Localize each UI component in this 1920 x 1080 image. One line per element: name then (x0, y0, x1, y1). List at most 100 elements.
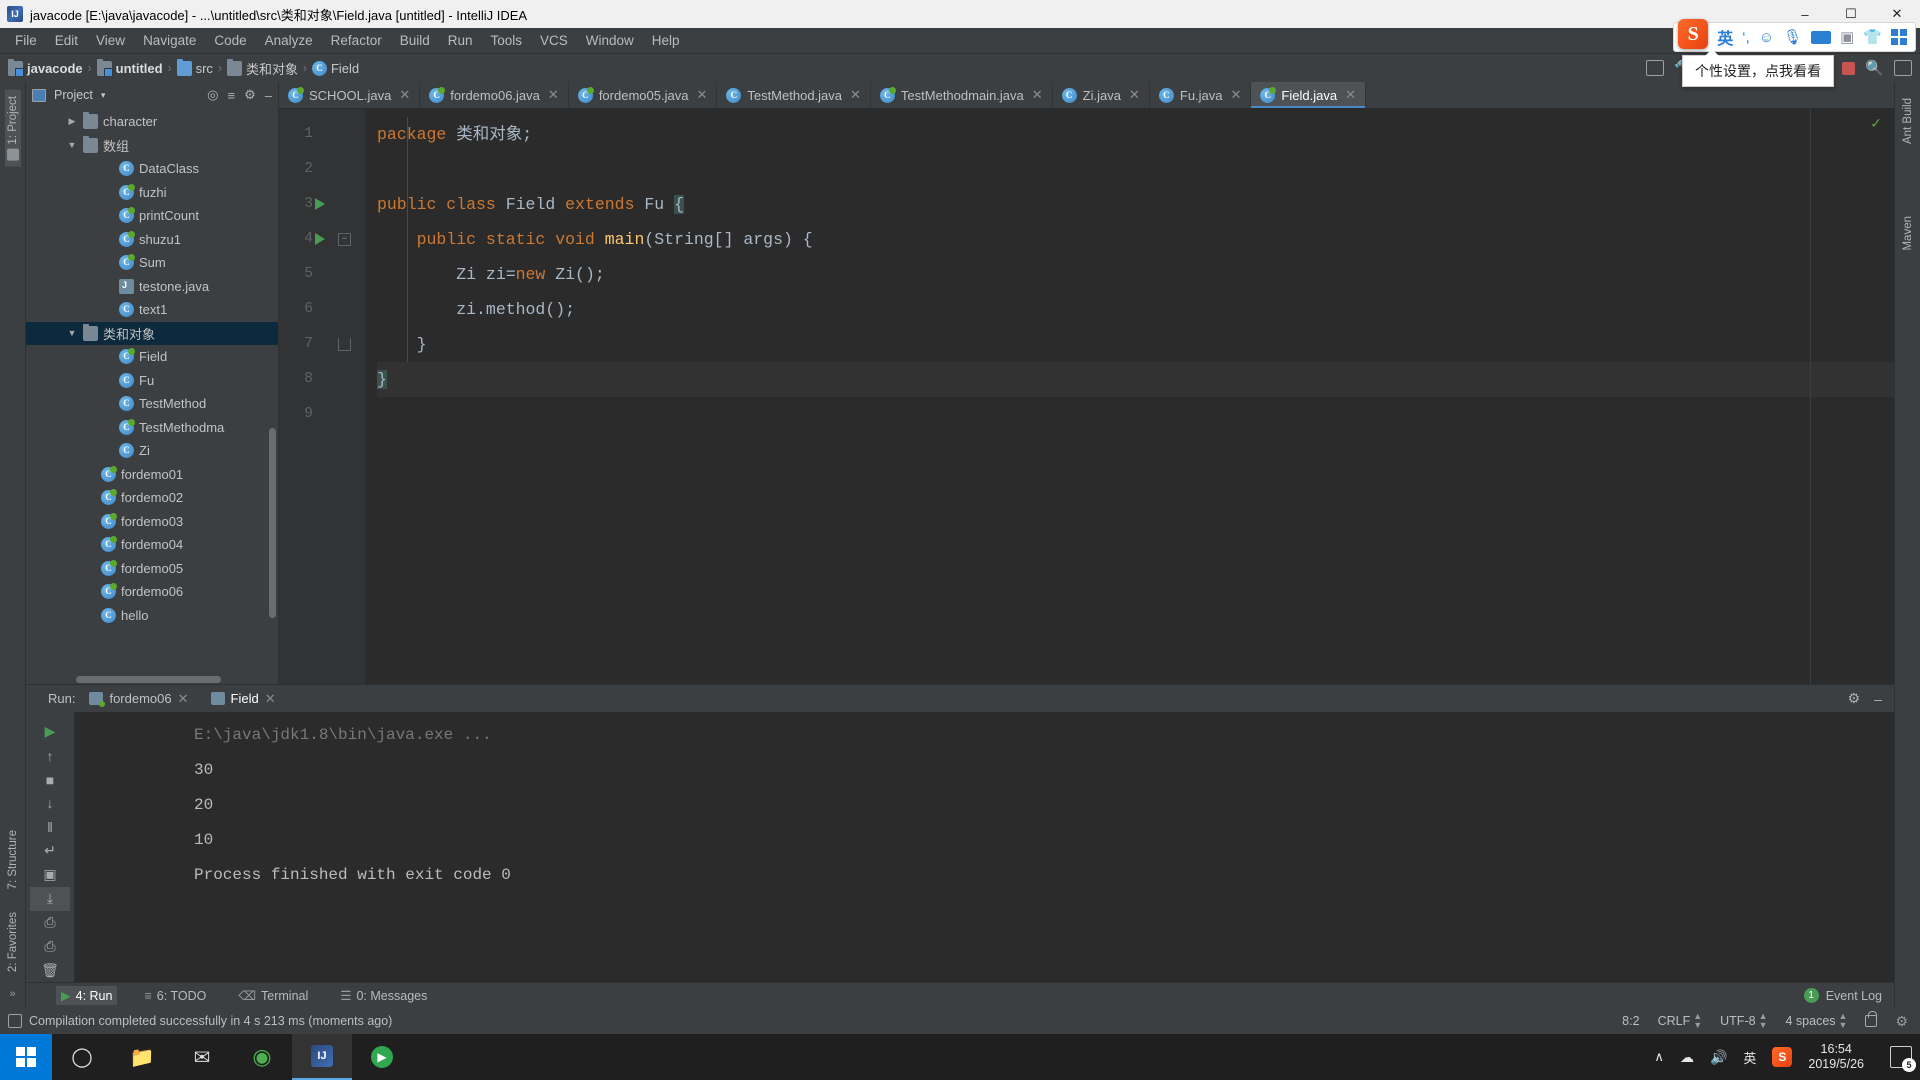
tree-node-Zi[interactable]: .CZi (26, 439, 278, 463)
menu-item-edit[interactable]: Edit (46, 30, 87, 51)
editor-tab-TestMethod-java[interactable]: CTestMethod.java✕ (717, 82, 871, 108)
tree-node-数组[interactable]: ▼数组 (26, 134, 278, 158)
tree-node-fordemo03[interactable]: .Cfordemo03 (26, 510, 278, 534)
editor-tab-Zi-java[interactable]: CZi.java✕ (1053, 82, 1150, 108)
gutter-line-6[interactable]: 6 (279, 292, 365, 327)
tool-window-button-terminal[interactable]: ⌫Terminal (233, 986, 313, 1005)
chevron-down-icon[interactable]: ▼ (66, 140, 78, 150)
ide-status-icon[interactable]: ⚙ (1895, 1013, 1908, 1030)
menu-item-code[interactable]: Code (205, 30, 255, 51)
ime-mode-icon[interactable]: 英 (1717, 25, 1733, 49)
sidebar-item-maven[interactable]: Maven (1900, 210, 1916, 257)
gutter-line-1[interactable]: 1 (279, 117, 365, 152)
menu-item-file[interactable]: File (6, 30, 46, 51)
tree-node-fuzhi[interactable]: .Cfuzhi (26, 181, 278, 205)
tree-node-fordemo04[interactable]: .Cfordemo04 (26, 533, 278, 557)
gutter-line-4[interactable]: −4 (279, 222, 365, 257)
crosshair-icon[interactable]: ◎ (207, 87, 218, 103)
close-icon[interactable]: ✕ (696, 87, 707, 103)
gear-icon[interactable]: ⚙ (1848, 690, 1861, 707)
sogou-tray-icon[interactable]: S (1772, 1047, 1792, 1067)
export-button[interactable]: ⎙ (30, 911, 70, 935)
close-icon-2[interactable]: ✕ (265, 691, 276, 707)
tree-node-TestMethodma[interactable]: .CTestMethodma (26, 416, 278, 440)
cortana-icon[interactable]: ◯ (52, 1034, 112, 1080)
editor-tab-fordemo05-java[interactable]: Cfordemo05.java✕ (569, 82, 718, 108)
collapse-all-icon[interactable]: ≡ (228, 88, 236, 103)
gutter-line-8[interactable]: 8 (279, 362, 365, 397)
minimize-icon[interactable]: – (265, 88, 272, 103)
smiley-icon[interactable]: ☺ (1759, 29, 1774, 46)
notifications-icon[interactable]: 5 (1890, 1046, 1912, 1068)
ime-indicator[interactable]: 英 (1743, 1048, 1756, 1067)
tree-node-shuzu1[interactable]: .Cshuzu1 (26, 228, 278, 252)
menu-item-tools[interactable]: Tools (482, 30, 532, 51)
code-line-3[interactable]: public class Field extends Fu { (377, 187, 1894, 222)
camera-button[interactable]: ▣ (30, 863, 70, 887)
menu-item-refactor[interactable]: Refactor (322, 30, 391, 51)
menu-item-build[interactable]: Build (391, 30, 439, 51)
menu-item-help[interactable]: Help (643, 30, 689, 51)
sidebar-item-project[interactable]: 1: Project (5, 90, 21, 167)
close-icon[interactable]: ✕ (399, 87, 410, 103)
tree-node-Sum[interactable]: .CSum (26, 251, 278, 275)
scroll-to-end-button[interactable]: ⤓ (30, 887, 70, 911)
editor-tab-fordemo06-java[interactable]: Cfordemo06.java✕ (420, 82, 569, 108)
breadcrumb-item-javacode[interactable]: javacode (8, 61, 83, 76)
taskbar-clock[interactable]: 16:54 2019/5/26 (1808, 1042, 1874, 1072)
run-marker-icon[interactable] (315, 233, 325, 245)
tree-node-类和对象[interactable]: ▼类和对象 (26, 322, 278, 346)
close-icon[interactable]: ✕ (1129, 87, 1140, 103)
code-line-9[interactable] (377, 397, 1894, 432)
tree-node-fordemo06[interactable]: .Cfordemo06 (26, 580, 278, 604)
tree-node-text1[interactable]: .Ctext1 (26, 298, 278, 322)
file-explorer-icon[interactable]: 📁 (112, 1034, 172, 1080)
toolbox-icon[interactable] (1891, 29, 1907, 45)
tree-node-hello[interactable]: .Chello (26, 604, 278, 628)
pause-button[interactable]: ‖ (30, 815, 70, 839)
code-area[interactable]: package 类和对象; public class Field extends… (365, 109, 1894, 684)
editor-tab-Field-java[interactable]: CField.java✕ (1251, 82, 1366, 108)
console-output[interactable]: E:\java\jdk1.8\bin\java.exe ...302010Pro… (74, 712, 1894, 982)
run-tab-field[interactable]: Field ✕ (203, 689, 284, 709)
run-marker-icon[interactable] (315, 198, 325, 210)
microphone-icon[interactable]: 🎙 (1783, 28, 1802, 46)
tree-node-Fu[interactable]: .CFu (26, 369, 278, 393)
indent-setting[interactable]: 4 spaces ▲▼ (1785, 1012, 1847, 1030)
chevron-down-icon[interactable]: ▼ (66, 328, 78, 338)
sidebar-item-ant-build[interactable]: Ant Build (1900, 92, 1916, 150)
volume-icon[interactable]: 🔊 (1710, 1049, 1727, 1066)
unlocked-icon[interactable] (1865, 1015, 1877, 1027)
tree-node-fordemo01[interactable]: .Cfordemo01 (26, 463, 278, 487)
menu-item-view[interactable]: View (87, 30, 134, 51)
gutter-line-2[interactable]: 2 (279, 152, 365, 187)
screenshot-icon[interactable]: ▣ (1840, 28, 1854, 46)
menu-item-navigate[interactable]: Navigate (134, 30, 205, 51)
tree-node-printCount[interactable]: .CprintCount (26, 204, 278, 228)
tree-node-DataClass[interactable]: .CDataClass (26, 157, 278, 181)
keyboard-icon[interactable] (1811, 31, 1831, 44)
tool-window-button-4--run[interactable]: ▶4: Run (56, 986, 117, 1005)
gear-icon[interactable]: ⚙ (244, 87, 256, 103)
comma-icon[interactable]: ‘, (1742, 29, 1750, 46)
gutter-line-3[interactable]: 3 (279, 187, 365, 222)
close-icon[interactable]: ✕ (1231, 87, 1242, 103)
caret-position[interactable]: 8:2 (1622, 1014, 1639, 1028)
file-encoding[interactable]: UTF-8 ▲▼ (1720, 1012, 1767, 1030)
chrome-icon[interactable]: ◉ (232, 1034, 292, 1080)
source-code[interactable]: package 类和对象; public class Field extends… (365, 109, 1894, 432)
project-structure-icon[interactable] (1646, 60, 1664, 76)
fold-icon[interactable]: − (338, 233, 351, 246)
mail-icon[interactable]: ✉ (172, 1034, 232, 1080)
chevron-right-icon[interactable]: ▶ (66, 116, 78, 127)
run-tab-fordemo06[interactable]: fordemo06 ✕ (81, 689, 196, 709)
stop-square-icon[interactable] (1842, 62, 1855, 75)
minimize-icon[interactable]: – (1874, 691, 1882, 707)
print-button[interactable]: ⎙ (30, 934, 70, 958)
line-separator[interactable]: CRLF ▲▼ (1658, 1012, 1703, 1030)
event-log-button[interactable]: 1Event Log (1804, 988, 1894, 1003)
tree-node-fordemo05[interactable]: .Cfordemo05 (26, 557, 278, 581)
rerun-button[interactable]: ▶ (30, 720, 70, 744)
tree-node-TestMethod[interactable]: .CTestMethod (26, 392, 278, 416)
code-line-2[interactable] (377, 152, 1894, 187)
